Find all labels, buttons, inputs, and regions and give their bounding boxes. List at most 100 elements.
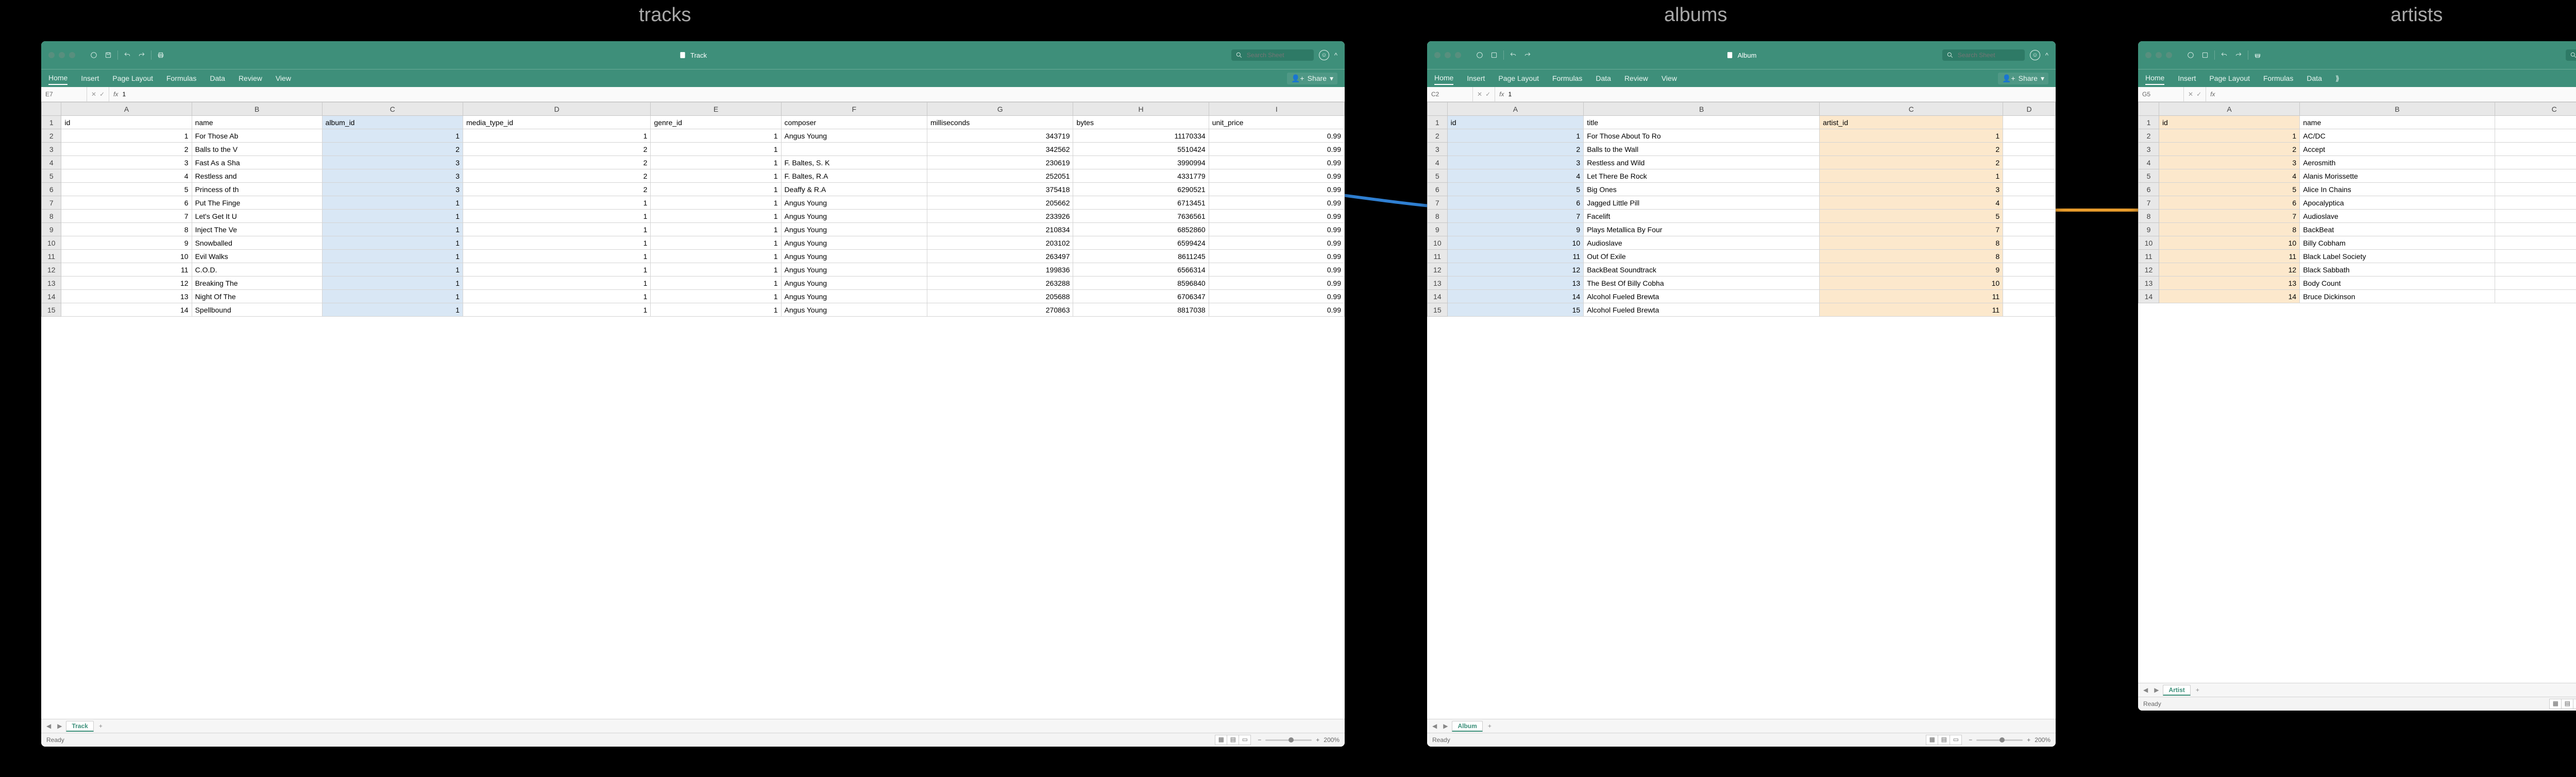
minimize-icon[interactable] [2156, 52, 2162, 58]
save-button[interactable] [101, 49, 115, 61]
data-cell[interactable]: 3990994 [1073, 156, 1209, 169]
data-cell[interactable]: Angus Young [781, 196, 927, 210]
data-cell[interactable]: 1 [322, 129, 463, 143]
data-cell[interactable] [2003, 236, 2056, 250]
data-cell[interactable]: 1 [463, 236, 651, 250]
undo-button[interactable] [2217, 49, 2231, 61]
data-cell[interactable]: 10 [1447, 236, 1584, 250]
print-button[interactable] [2250, 49, 2265, 61]
col-header[interactable]: A [61, 102, 192, 116]
data-cell[interactable]: Let's Get It U [192, 210, 322, 223]
data-cell[interactable]: 1 [651, 210, 781, 223]
close-icon[interactable] [2145, 52, 2151, 58]
data-cell[interactable]: 6 [61, 196, 192, 210]
data-cell[interactable]: Black Sabbath [2300, 263, 2495, 277]
data-cell[interactable]: 12 [61, 277, 192, 290]
data-cell[interactable]: 1 [651, 277, 781, 290]
data-cell[interactable]: 14 [61, 303, 192, 317]
data-cell[interactable] [2003, 156, 2056, 169]
data-cell[interactable]: Let There Be Rock [1584, 169, 1820, 183]
row-header[interactable]: 14 [1428, 290, 1448, 303]
tab-data[interactable]: Data [1596, 72, 1611, 84]
autosave-button[interactable] [1472, 49, 1487, 61]
data-cell[interactable]: 0.99 [1209, 169, 1344, 183]
data-cell[interactable]: Angus Young [781, 250, 927, 263]
data-cell[interactable]: 14 [2159, 290, 2299, 303]
view-buttons[interactable]: ▦▤▭ [1926, 735, 1961, 745]
tab-view[interactable]: View [276, 72, 291, 84]
data-cell[interactable]: F. Baltes, S. K [781, 156, 927, 169]
redo-button[interactable] [134, 49, 149, 61]
data-cell[interactable]: 205688 [927, 290, 1073, 303]
data-cell[interactable]: 1 [61, 129, 192, 143]
zoom-icon[interactable] [2166, 52, 2172, 58]
data-cell[interactable]: 4 [2159, 169, 2299, 183]
select-all-corner[interactable] [42, 102, 61, 116]
search-box[interactable] [1942, 49, 2025, 61]
feedback-button[interactable]: ☺ [1319, 50, 1329, 60]
sheet-nav-prev[interactable]: ◀ [1430, 722, 1439, 730]
tab-review[interactable]: Review [239, 72, 262, 84]
tab-review[interactable]: Review [1624, 72, 1648, 84]
row-header[interactable]: 5 [2139, 169, 2159, 183]
zoom-in-button[interactable]: + [2027, 736, 2030, 744]
data-cell[interactable] [2003, 223, 2056, 236]
row-header[interactable]: 11 [1428, 250, 1448, 263]
tab-page-layout[interactable]: Page Layout [112, 72, 153, 84]
header-cell[interactable]: id [1447, 116, 1584, 129]
data-cell[interactable]: 2 [463, 143, 651, 156]
data-cell[interactable]: 6 [2159, 196, 2299, 210]
cancel-edit-icon[interactable]: ✕ [2188, 91, 2193, 98]
data-cell[interactable]: 1 [322, 250, 463, 263]
data-cell[interactable]: Audioslave [1584, 236, 1820, 250]
tab-insert[interactable]: Insert [1467, 72, 1485, 84]
row-header[interactable]: 6 [2139, 183, 2159, 196]
data-cell[interactable]: 1 [463, 129, 651, 143]
tab-formulas[interactable]: Formulas [2263, 72, 2293, 84]
fx-icon[interactable]: fx [2210, 91, 2215, 98]
save-button[interactable] [2198, 49, 2212, 61]
data-cell[interactable]: 1 [1447, 129, 1584, 143]
data-cell[interactable]: 270863 [927, 303, 1073, 317]
data-cell[interactable]: Alcohol Fueled Brewta [1584, 303, 1820, 317]
data-cell[interactable]: 2 [2159, 143, 2299, 156]
data-cell[interactable]: 13 [61, 290, 192, 303]
data-cell[interactable]: 1 [463, 277, 651, 290]
data-cell[interactable]: 10 [2159, 236, 2299, 250]
data-cell[interactable]: 1 [463, 196, 651, 210]
data-cell[interactable]: Angus Young [781, 129, 927, 143]
data-cell[interactable]: 6706347 [1073, 290, 1209, 303]
data-cell[interactable] [2003, 290, 2056, 303]
data-cell[interactable] [2495, 277, 2576, 290]
header-cell[interactable]: media_type_id [463, 116, 651, 129]
data-cell[interactable] [2003, 129, 2056, 143]
confirm-edit-icon[interactable]: ✓ [1485, 91, 1490, 98]
col-header[interactable]: A [2159, 102, 2299, 116]
add-sheet-button[interactable]: + [96, 722, 106, 730]
data-cell[interactable]: Alcohol Fueled Brewta [1584, 290, 1820, 303]
chevron-up-icon[interactable]: ^ [2045, 51, 2048, 59]
data-cell[interactable]: 10 [61, 250, 192, 263]
close-icon[interactable] [48, 52, 55, 58]
zoom-icon[interactable] [1455, 52, 1461, 58]
data-cell[interactable]: 0.99 [1209, 196, 1344, 210]
data-cell[interactable]: Evil Walks [192, 250, 322, 263]
data-cell[interactable]: 0.99 [1209, 143, 1344, 156]
data-cell[interactable]: 0.99 [1209, 183, 1344, 196]
tab-page-layout[interactable]: Page Layout [2209, 72, 2250, 84]
data-cell[interactable]: 1 [463, 303, 651, 317]
data-cell[interactable]: 2 [1820, 156, 2003, 169]
data-cell[interactable] [2495, 169, 2576, 183]
data-cell[interactable] [2003, 303, 2056, 317]
row-header[interactable]: 10 [42, 236, 61, 250]
data-cell[interactable]: 205662 [927, 196, 1073, 210]
zoom-slider[interactable] [1265, 739, 1312, 741]
data-cell[interactable]: 12 [1447, 263, 1584, 277]
data-cell[interactable]: 8 [1820, 250, 2003, 263]
data-cell[interactable]: Alanis Morissette [2300, 169, 2495, 183]
row-header[interactable]: 8 [1428, 210, 1448, 223]
data-cell[interactable]: 9 [1447, 223, 1584, 236]
data-cell[interactable]: 2 [322, 143, 463, 156]
autosave-button[interactable] [87, 49, 101, 61]
data-cell[interactable]: 5 [1447, 183, 1584, 196]
